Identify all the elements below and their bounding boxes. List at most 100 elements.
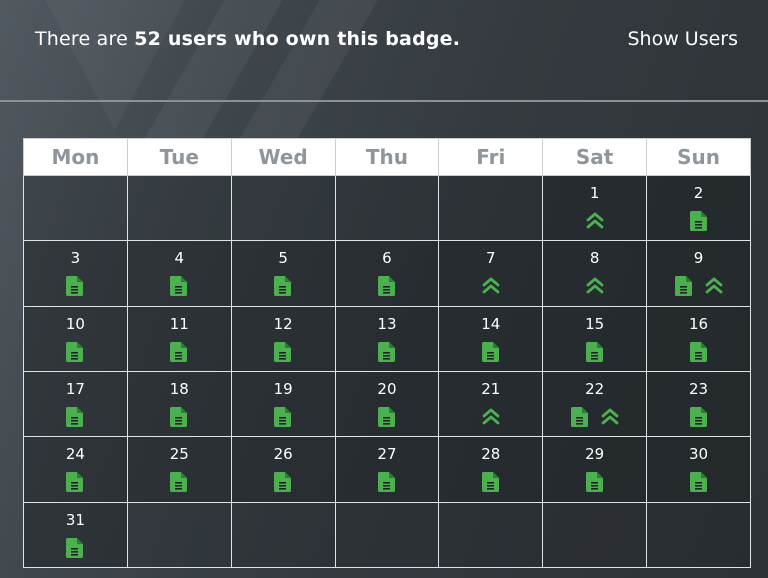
day-icons — [24, 406, 127, 428]
calendar-week-row: 17 18 19 20 21 22 23 — [23, 370, 751, 438]
day-number: 28 — [481, 445, 501, 464]
calendar-day-cell: 14 — [438, 305, 544, 372]
day-number: 12 — [273, 314, 293, 333]
calendar-day-cell: 15 — [542, 305, 648, 372]
badge-owners-header: There are 52 users who own this badge. S… — [35, 24, 738, 54]
weekday-header-thu: Thu — [334, 138, 440, 176]
document-icon[interactable] — [377, 341, 396, 362]
day-icons — [647, 210, 750, 232]
calendar-day-cell: 11 — [126, 305, 232, 372]
document-icon[interactable] — [674, 276, 693, 297]
calendar-empty-cell — [438, 174, 544, 242]
calendar-week-row: 31 — [23, 501, 751, 569]
day-icons — [647, 341, 750, 363]
document-icon[interactable] — [377, 472, 396, 493]
day-number: 1 — [589, 184, 600, 202]
day-number: 30 — [688, 445, 709, 464]
chevron-up-double-icon[interactable] — [586, 211, 604, 231]
chevron-up-double-icon[interactable] — [601, 407, 619, 427]
day-number: 25 — [169, 445, 189, 464]
day-number: 18 — [169, 379, 189, 398]
chevron-up-double-icon[interactable] — [482, 407, 500, 427]
day-number: 27 — [377, 445, 397, 464]
calendar-day-cell: 9 — [646, 240, 751, 307]
calendar-empty-cell — [334, 501, 440, 569]
document-icon[interactable] — [66, 406, 84, 427]
chevron-up-double-icon[interactable] — [705, 276, 723, 296]
document-icon[interactable] — [170, 276, 188, 297]
day-icons — [232, 471, 335, 493]
day-icons — [24, 275, 127, 297]
calendar-day-cell: 13 — [334, 305, 440, 372]
day-number: 26 — [273, 445, 293, 464]
day-number: 9 — [693, 249, 704, 268]
day-number: 15 — [585, 314, 605, 333]
calendar-week-row: 12 — [23, 174, 751, 242]
document-icon[interactable] — [689, 341, 708, 362]
day-number: 24 — [65, 445, 85, 464]
chevron-up-double-icon[interactable] — [586, 276, 604, 296]
calendar-day-cell: 10 — [23, 305, 128, 372]
day-icons — [128, 471, 231, 493]
calendar-day-cell: 3 — [23, 240, 128, 307]
day-icons — [543, 275, 646, 297]
document-icon[interactable] — [170, 341, 188, 362]
calendar-empty-cell — [23, 174, 128, 242]
calendar-day-cell: 21 — [438, 370, 544, 438]
chevron-up-double-icon[interactable] — [482, 276, 500, 296]
weekday-header-mon: Mon — [23, 138, 128, 176]
calendar-day-cell: 7 — [438, 240, 544, 307]
day-number: 21 — [481, 379, 501, 398]
stripe-decoration — [132, 0, 306, 140]
weekday-header-sun: Sun — [646, 138, 751, 176]
calendar-day-cell: 17 — [23, 370, 128, 438]
document-icon[interactable] — [377, 276, 396, 297]
owner-count-prefix: There are — [35, 28, 135, 50]
day-icons — [336, 341, 439, 363]
day-icons — [439, 471, 542, 493]
day-icons — [439, 275, 542, 297]
day-icons — [232, 341, 335, 363]
calendar-day-cell: 19 — [230, 370, 336, 438]
document-icon[interactable] — [585, 472, 604, 493]
document-icon[interactable] — [66, 276, 84, 297]
calendar-empty-cell — [334, 174, 440, 242]
document-icon[interactable] — [66, 537, 84, 558]
day-number: 13 — [377, 314, 397, 333]
owner-count-text: There are 52 users who own this badge. — [35, 28, 460, 50]
document-icon[interactable] — [570, 406, 589, 427]
document-icon[interactable] — [585, 341, 604, 362]
document-icon[interactable] — [170, 472, 188, 493]
day-icons — [336, 471, 439, 493]
day-icons — [128, 275, 231, 297]
calendar-day-cell: 6 — [334, 240, 440, 307]
document-icon[interactable] — [689, 211, 708, 231]
badge-calendar: Mon Tue Wed Thu Fri Sat Sun 1 2 3 4 5 6 7 8 9 10 11 12 13 1… — [23, 138, 751, 569]
document-icon[interactable] — [481, 472, 500, 493]
calendar-empty-cell — [230, 501, 336, 569]
document-icon[interactable] — [274, 472, 292, 493]
document-icon[interactable] — [274, 276, 292, 297]
document-icon[interactable] — [689, 406, 708, 427]
document-icon[interactable] — [66, 341, 84, 362]
day-number: 23 — [688, 379, 709, 398]
day-number: 17 — [65, 379, 85, 398]
document-icon[interactable] — [274, 406, 292, 427]
document-icon[interactable] — [481, 341, 500, 362]
document-icon[interactable] — [170, 406, 188, 427]
show-users-link[interactable]: Show Users — [627, 28, 738, 50]
document-icon[interactable] — [66, 472, 84, 493]
day-icons — [24, 537, 127, 559]
day-number: 31 — [65, 510, 85, 529]
calendar-empty-cell — [126, 501, 232, 569]
calendar-empty-cell — [126, 174, 232, 242]
document-icon[interactable] — [274, 341, 292, 362]
day-icons — [647, 275, 750, 297]
calendar-day-cell: 18 — [126, 370, 232, 438]
header-background-decoration — [0, 0, 768, 140]
calendar-empty-cell — [438, 501, 544, 569]
calendar-day-cell: 24 — [23, 436, 128, 503]
document-icon[interactable] — [689, 472, 708, 493]
document-icon[interactable] — [377, 406, 396, 427]
day-icons — [647, 406, 750, 428]
